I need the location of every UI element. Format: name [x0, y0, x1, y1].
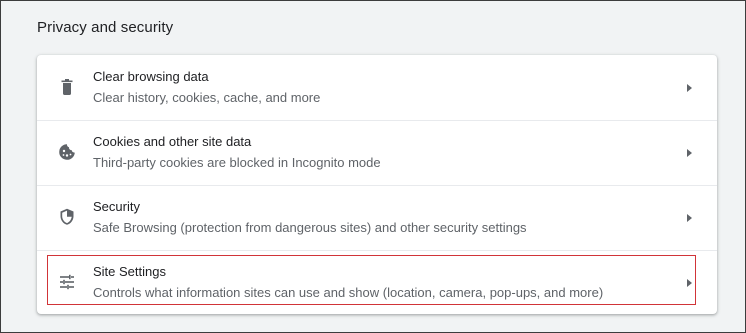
row-sublabel: Clear history, cookies, cache, and more — [93, 90, 321, 105]
arrow-right-icon[interactable] — [683, 147, 695, 159]
arrow-right-icon[interactable] — [683, 212, 695, 224]
settings-window: Privacy and security Clear browsing data… — [0, 0, 746, 333]
security-row[interactable]: Security Safe Browsing (protection from … — [37, 185, 717, 250]
arrow-right-icon[interactable] — [683, 277, 695, 289]
cookie-icon — [57, 142, 77, 162]
tune-sliders-icon — [57, 272, 77, 292]
row-label: Clear browsing data — [93, 69, 209, 84]
row-label: Cookies and other site data — [93, 134, 252, 149]
section-title: Privacy and security — [37, 19, 174, 36]
row-sublabel: Controls what information sites can use … — [93, 285, 604, 300]
row-label: Security — [93, 199, 140, 214]
cookies-row[interactable]: Cookies and other site data Third-party … — [37, 120, 717, 185]
trash-icon — [57, 77, 77, 97]
row-sublabel: Third-party cookies are blocked in Incog… — [93, 155, 381, 170]
arrow-right-icon[interactable] — [683, 82, 695, 94]
site-settings-row[interactable]: Site Settings Controls what information … — [37, 250, 717, 315]
row-sublabel: Safe Browsing (protection from dangerous… — [93, 220, 527, 235]
clear-browsing-data-row[interactable]: Clear browsing data Clear history, cooki… — [37, 55, 717, 120]
row-label: Site Settings — [93, 264, 166, 279]
shield-icon — [57, 207, 77, 227]
privacy-security-card: Clear browsing data Clear history, cooki… — [37, 55, 717, 314]
